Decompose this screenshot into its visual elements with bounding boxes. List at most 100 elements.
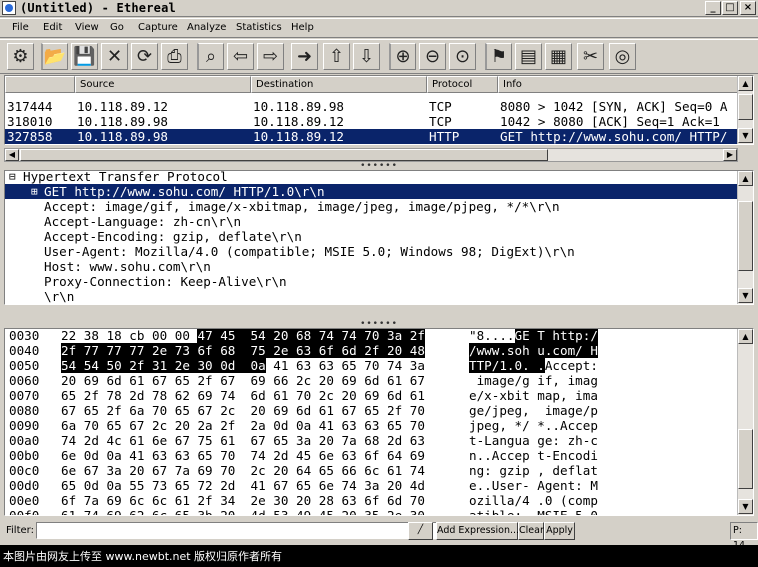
open-file-icon[interactable]: 📂 — [41, 43, 68, 70]
packet-row[interactable]: 317444 10.118.89.12 10.118.89.98 TCP 808… — [5, 99, 738, 114]
print-icon[interactable]: ⎙ — [161, 43, 188, 70]
hex-bytes[interactable]: 20 69 6d 61 67 65 2f 67 69 66 2c 20 69 6… — [61, 373, 425, 388]
ascii-column[interactable]: TTP/1.0. .Accept: — [469, 358, 598, 373]
tree-leaf[interactable]: Host: www.sohu.com\r\n — [5, 259, 738, 274]
ascii-column[interactable]: atible; MSIE 5.0 — [469, 508, 598, 515]
tree-leaf[interactable]: Accept: image/gif, image/x-xbitmap, imag… — [5, 199, 738, 214]
hex-bytes[interactable]: 22 38 18 cb 00 00 47 45 54 20 68 74 74 7… — [61, 329, 425, 343]
hex-row[interactable]: 0080 67 65 2f 6a 70 65 67 2c 20 69 6d 61 … — [5, 403, 738, 418]
scroll-left-arrow[interactable]: ◀ — [5, 149, 19, 161]
help-icon[interactable]: ◎ — [609, 43, 636, 70]
ascii-column[interactable]: image/g if, imag — [469, 373, 598, 388]
bytes-vscroll[interactable]: ▲ ▼ — [737, 329, 753, 515]
zoom-normal-icon[interactable]: ⊙ — [449, 43, 476, 70]
hex-row[interactable]: 0070 65 2f 78 2d 78 62 69 74 6d 61 70 2c … — [5, 388, 738, 403]
hex-row[interactable]: 00b0 6e 0d 0a 41 63 63 65 70 74 2d 45 6e … — [5, 448, 738, 463]
ascii-column[interactable]: e/x-xbit map, ima — [469, 388, 598, 403]
capture-filter-icon[interactable]: ▤ — [515, 43, 542, 70]
menu-statistics[interactable]: Statistics — [236, 22, 282, 33]
hex-row[interactable]: 0040 2f 77 77 77 2e 73 6f 68 75 2e 63 6f … — [5, 343, 738, 358]
menu-file[interactable]: File — [12, 22, 29, 33]
tree-expand-icon[interactable]: ⊞ — [31, 184, 38, 199]
col-header-info[interactable]: Info — [498, 76, 738, 93]
col-header-protocol[interactable]: Protocol — [427, 76, 498, 93]
packet-row-selected[interactable]: 327858 10.118.89.98 10.118.89.12 HTTP GE… — [5, 129, 738, 144]
scroll-up-arrow[interactable]: ▲ — [738, 329, 753, 344]
close-button[interactable]: × — [740, 1, 756, 15]
hex-row[interactable]: 0060 20 69 6d 61 67 65 2f 67 69 66 2c 20 … — [5, 373, 738, 388]
reload-icon[interactable]: ⟳ — [131, 43, 158, 70]
tree-leaf[interactable]: \r\n — [5, 289, 738, 304]
col-header-no[interactable] — [5, 76, 75, 93]
packet-list-vscroll[interactable]: ▲ ▼ — [737, 76, 753, 144]
hex-row[interactable]: 00d0 65 0d 0a 55 73 65 72 2d 41 67 65 6e … — [5, 478, 738, 493]
clear-button[interactable]: Clear — [518, 522, 544, 540]
capture-interfaces-icon[interactable]: ⚙ — [7, 43, 34, 70]
col-header-source[interactable]: Source — [75, 76, 251, 93]
hex-row[interactable]: 0090 6a 70 65 67 2c 20 2a 2f 2a 0d 0a 41 … — [5, 418, 738, 433]
scroll-right-arrow[interactable]: ▶ — [723, 149, 737, 161]
go-first-icon[interactable]: ⇧ — [323, 43, 350, 70]
menu-go[interactable]: Go — [110, 22, 124, 33]
scroll-down-arrow[interactable]: ▼ — [738, 128, 753, 143]
close-file-icon[interactable]: ✕ — [101, 43, 128, 70]
scroll-thumb[interactable] — [738, 429, 753, 489]
scroll-down-arrow[interactable]: ▼ — [738, 499, 753, 514]
hex-row[interactable]: 00f0 61 74 69 62 6c 65 3b 20 4d 53 49 45 … — [5, 508, 738, 515]
ascii-column[interactable]: jpeg, */ *..Accep — [469, 418, 598, 433]
scroll-up-arrow[interactable]: ▲ — [738, 76, 753, 91]
tree-node-get-selected[interactable]: ⊞ GET http://www.sohu.com/ HTTP/1.0\r\n — [5, 184, 738, 199]
hex-row[interactable]: 00a0 74 2d 4c 61 6e 67 75 61 67 65 3a 20 … — [5, 433, 738, 448]
go-forward-icon[interactable]: ⇨ — [257, 43, 284, 70]
packet-list-hscroll[interactable]: ◀ ▶ — [4, 148, 738, 162]
filter-dropdown-arrow[interactable]: ╱ — [408, 522, 433, 540]
zoom-out-icon[interactable]: ⊖ — [419, 43, 446, 70]
hex-row[interactable]: 0050 54 54 50 2f 31 2e 30 0d 0a 41 63 63 … — [5, 358, 738, 373]
hex-bytes[interactable]: 6a 70 65 67 2c 20 2a 2f 2a 0d 0a 41 63 6… — [61, 418, 425, 433]
hex-bytes[interactable]: 61 74 69 62 6c 65 3b 20 4d 53 49 45 20 3… — [61, 508, 425, 515]
menu-view[interactable]: View — [75, 22, 99, 33]
preferences-icon[interactable]: ✂ — [577, 43, 604, 70]
find-packet-icon[interactable]: ⌕ — [197, 43, 224, 70]
hex-bytes[interactable]: 6f 7a 69 6c 6c 61 2f 34 2e 30 20 28 63 6… — [61, 493, 425, 508]
minimize-button[interactable]: _ — [705, 1, 721, 15]
ascii-column[interactable]: n..Accep t-Encodi — [469, 448, 598, 463]
ascii-column[interactable]: "8....GE T http:/ — [469, 329, 598, 343]
save-file-icon[interactable]: 💾 — [71, 43, 98, 70]
tree-collapse-icon[interactable]: ⊟ — [9, 171, 16, 184]
tree-leaf[interactable]: Accept-Encoding: gzip, deflate\r\n — [5, 229, 738, 244]
pane-splitter[interactable]: •••••• — [0, 162, 758, 171]
menu-analyze[interactable]: Analyze — [187, 22, 226, 33]
ascii-column[interactable]: ng: gzip , deflat — [469, 463, 598, 478]
tree-leaf[interactable]: User-Agent: Mozilla/4.0 (compatible; MSI… — [5, 244, 738, 259]
tree-leaf[interactable]: Proxy-Connection: Keep-Alive\r\n — [5, 274, 738, 289]
pane-splitter[interactable]: •••••• — [0, 320, 758, 329]
apply-button[interactable]: Apply — [544, 522, 575, 540]
hex-row[interactable]: 00c0 6e 67 3a 20 67 7a 69 70 2c 20 64 65 … — [5, 463, 738, 478]
hex-bytes[interactable]: 65 2f 78 2d 78 62 69 74 6d 61 70 2c 20 6… — [61, 388, 425, 403]
hex-bytes[interactable]: 6e 67 3a 20 67 7a 69 70 2c 20 64 65 66 6… — [61, 463, 425, 478]
scroll-thumb[interactable] — [738, 94, 753, 120]
details-vscroll[interactable]: ▲ ▼ — [737, 171, 753, 304]
go-last-icon[interactable]: ⇩ — [353, 43, 380, 70]
display-filter-icon[interactable]: ▦ — [545, 43, 572, 70]
zoom-in-icon[interactable]: ⊕ — [389, 43, 416, 70]
hex-row[interactable]: 0030 22 38 18 cb 00 00 47 45 54 20 68 74 … — [5, 329, 738, 343]
hex-bytes[interactable]: 6e 0d 0a 41 63 63 65 70 74 2d 45 6e 63 6… — [61, 448, 425, 463]
coloring-rules-icon[interactable]: ⚑ — [485, 43, 512, 70]
scroll-down-arrow[interactable]: ▼ — [738, 288, 753, 303]
tree-node-http[interactable]: ⊟ Hypertext Transfer Protocol — [5, 171, 738, 184]
menu-help[interactable]: Help — [291, 22, 314, 33]
ascii-column[interactable]: /www.soh u.com/ H — [469, 343, 598, 358]
scroll-thumb[interactable] — [20, 149, 548, 161]
go-back-icon[interactable]: ⇦ — [227, 43, 254, 70]
menu-edit[interactable]: Edit — [43, 22, 62, 33]
tree-leaf[interactable]: Accept-Language: zh-cn\r\n — [5, 214, 738, 229]
maximize-button[interactable]: □ — [722, 1, 738, 15]
hex-bytes[interactable]: 65 0d 0a 55 73 65 72 2d 41 67 65 6e 74 3… — [61, 478, 425, 493]
go-to-packet-icon[interactable]: ➜ — [291, 43, 318, 70]
hex-bytes[interactable]: 74 2d 4c 61 6e 67 75 61 67 65 3a 20 7a 6… — [61, 433, 425, 448]
hex-bytes[interactable]: 54 54 50 2f 31 2e 30 0d 0a 41 63 63 65 7… — [61, 358, 425, 373]
add-expression-button[interactable]: Add Expression... — [436, 522, 519, 540]
ascii-column[interactable]: ozilla/4 .0 (comp — [469, 493, 598, 508]
